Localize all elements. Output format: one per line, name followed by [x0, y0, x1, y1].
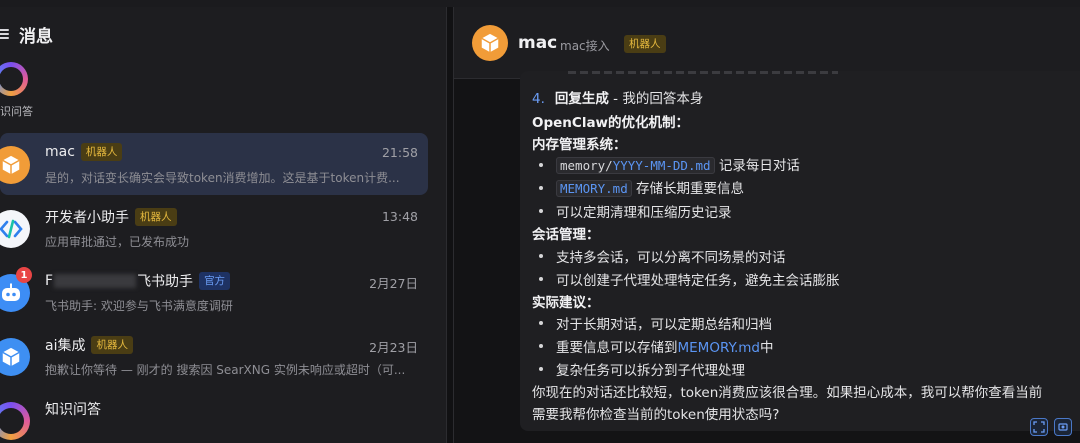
message-paragraph: 你现在的对话还比较短，token消费应该很合理。如果担心成本，我可以帮你查看当前 — [532, 385, 1043, 401]
message-subheading: 内存管理系统： — [532, 137, 627, 153]
robot-tag: 机器人 — [80, 143, 123, 161]
message-bullet: 支持多会话，可以分离不同场景的对话 — [556, 250, 786, 266]
code-avatar-icon — [0, 210, 30, 248]
conversation-preview: 飞书助手: 欢迎参与飞书满意度调研 — [45, 299, 233, 313]
message-bullet: 对于长期对话，可以定期总结和归档 — [556, 317, 772, 333]
sidebar-header: 消息 — [0, 21, 53, 47]
conversation-name-prefix: F — [45, 273, 54, 289]
message-heading: OpenClaw的优化机制： — [532, 115, 690, 131]
message-bubble: 4. 回复生成 - 我的回答本身 OpenClaw的优化机制： 内存管理系统： m… — [520, 71, 1080, 431]
conversation-name: 知识问答 — [45, 402, 101, 418]
window-top-strip — [0, 0, 1080, 7]
screenshot-icon[interactable] — [1054, 418, 1072, 436]
chat-header: mac mac接入 机器人 — [454, 7, 1080, 79]
robot-tag: 机器人 — [91, 336, 133, 354]
conversation-time: 21:58 — [381, 145, 418, 160]
conversation-preview: 应用审批通过，已发布成功 — [45, 235, 190, 249]
story-label: 识问答 — [0, 105, 33, 118]
message-paragraph: 需要我帮你检查当前的token使用状态吗? — [532, 407, 780, 423]
message-bullet: memory/YYYY-MM-DD.md 记录每日对话 — [556, 154, 800, 174]
message-subheading: 会话管理： — [532, 227, 600, 243]
message-bullet: 复杂任务可以拆分到子代理处理 — [556, 363, 745, 379]
conversation-name: mac — [45, 144, 75, 160]
menu-icon[interactable] — [0, 27, 11, 41]
conversation-time: 2月23日 — [369, 340, 418, 355]
unread-badge: 1 — [16, 267, 32, 283]
story-avatar[interactable] — [0, 62, 28, 96]
message-step-line: 4. 回复生成 - 我的回答本身 — [532, 91, 704, 107]
scan-icon[interactable] — [1030, 418, 1048, 436]
conversation-item-ai-integration[interactable]: ai集成 机器人 2月23日 抱歉让你等待 — 刚才的 搜索因 SearXNG … — [0, 325, 428, 387]
redacted-name-block — [54, 274, 137, 288]
conversation-item-dev-assistant[interactable]: 开发者小助手 机器人 13:48 应用审批通过，已发布成功 — [0, 197, 428, 259]
message-bullet: 可以定期清理和压缩历史记录 — [556, 205, 732, 221]
conversation-sidebar: 消息 识问答 mac 机器人 21:58 是的，对话变长确实会导致token消费… — [0, 7, 447, 443]
conversation-name: ai集成 — [45, 338, 86, 354]
conversation-preview: 是的，对话变长确实会导致token消费增加。这是基于token计费... — [45, 171, 400, 185]
message-bullet: 重要信息可以存储到MEMORY.md中 — [556, 340, 774, 356]
message-subheading: 实际建议： — [532, 295, 600, 311]
cube-avatar-icon[interactable] — [472, 25, 508, 61]
knowledge-avatar-icon — [0, 402, 30, 440]
message-bullet: MEMORY.md 存储长期重要信息 — [556, 177, 744, 197]
conversation-name: 开发者小助手 — [45, 210, 129, 226]
official-tag: 官方 — [199, 272, 231, 290]
cube-avatar-icon — [0, 338, 30, 376]
conversation-item-feishu-assistant[interactable]: 1 F 飞书助手 官方 2月27日 飞书助手: 欢迎参与飞书满意度调研 — [0, 261, 428, 323]
chat-panel: mac mac接入 机器人 4. 回复生成 - 我的回答本身 OpenClaw的优… — [453, 7, 1080, 443]
robot-tag: 机器人 — [624, 35, 666, 53]
conversation-name-suffix: 飞书助手 — [137, 274, 194, 290]
memory-link[interactable]: MEMORY.md — [678, 340, 761, 356]
conversation-time: 2月27日 — [369, 276, 418, 291]
sidebar-title: 消息 — [19, 26, 53, 47]
message-bullet: 可以创建子代理处理特定任务，避免主会话膨胀 — [556, 273, 840, 289]
conversation-time: 13:48 — [381, 209, 418, 224]
conversation-item-mac[interactable]: mac 机器人 21:58 是的，对话变长确实会导致token消费增加。这是基于… — [0, 133, 428, 195]
conversation-item-knowledge-qa[interactable]: 知识问答 — [0, 389, 428, 443]
chat-title: mac — [518, 33, 558, 53]
clipped-previous-line — [568, 71, 838, 74]
robot-tag: 机器人 — [135, 208, 177, 226]
conversation-preview: 抱歉让你等待 — 刚才的 搜索因 SearXNG 实例未响应或超时（可... — [45, 363, 406, 377]
chat-subtitle: mac接入 — [560, 39, 610, 53]
floating-actions — [1030, 418, 1072, 436]
cube-avatar-icon — [0, 146, 30, 184]
